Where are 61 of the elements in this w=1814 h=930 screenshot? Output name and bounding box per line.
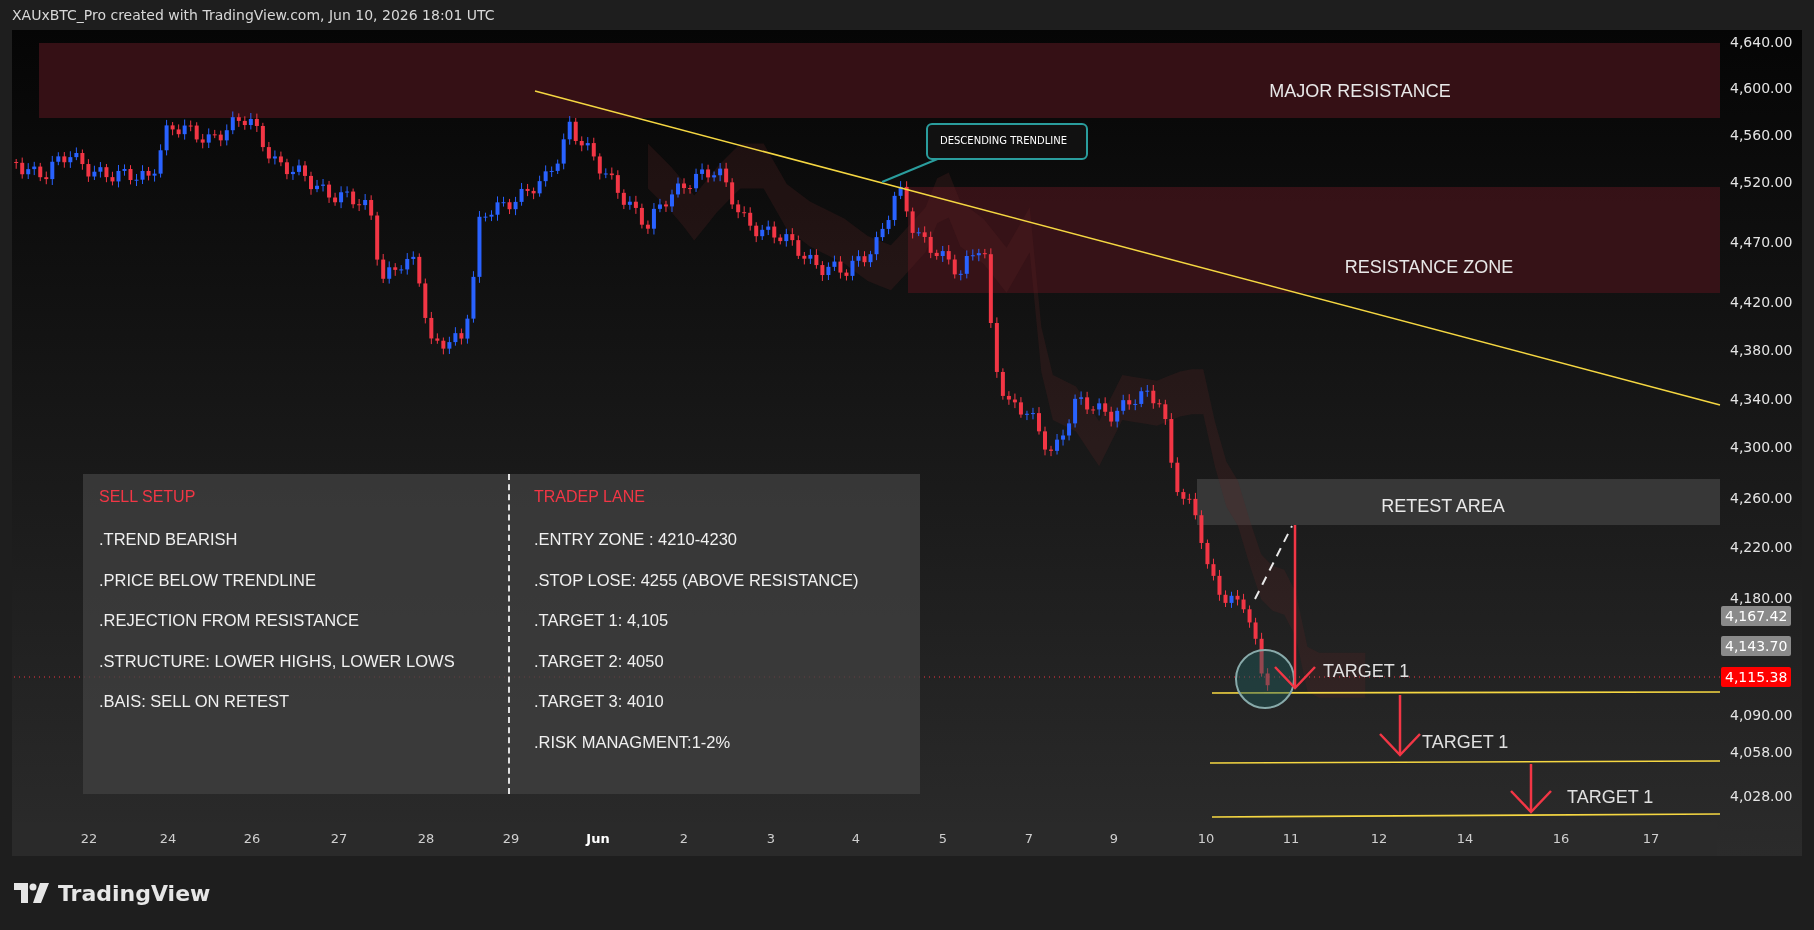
price-label: 4,260.00 — [1730, 490, 1793, 506]
date-label: 29 — [502, 830, 520, 846]
date-label: 2 — [679, 830, 689, 846]
date-label: 3 — [766, 830, 776, 846]
date-label: 22 — [80, 830, 98, 846]
date-label: 28 — [417, 830, 435, 846]
price-label: 4,600.00 — [1730, 80, 1793, 96]
plan-item: .TARGET 2: 4050 — [534, 651, 665, 672]
date-label: 24 — [159, 830, 177, 846]
date-label: 4 — [851, 830, 861, 846]
date-label: 10 — [1197, 830, 1215, 846]
setup-title: SELL SETUP — [99, 488, 197, 506]
plan-item: .RISK MANAGMENT:1-2% — [534, 732, 732, 753]
zone-label: RESISTANCE ZONE — [1344, 256, 1514, 278]
price-label: 4,058.00 — [1730, 744, 1793, 760]
setup-item: .BAIS: SELL ON RETEST — [99, 692, 291, 712]
price-tag: 4,167.42 — [1721, 606, 1791, 626]
setup-item: .REJECTION FROM RESISTANCE — [99, 611, 361, 631]
setup-item: .STRUCTURE: LOWER HIGHS, LOWER LOWS — [99, 651, 456, 672]
target-label: TARGET 1 — [1422, 731, 1509, 753]
price-tag: 4,115.38 — [1721, 667, 1791, 687]
date-label: 27 — [330, 830, 348, 846]
zone-label: MAJOR RESISTANCE — [1269, 80, 1451, 102]
price-label: 4,090.00 — [1730, 707, 1793, 723]
price-label: 4,520.00 — [1730, 174, 1793, 190]
price-label: 4,180.00 — [1730, 590, 1793, 606]
date-label: 16 — [1552, 830, 1570, 846]
price-label: 4,220.00 — [1730, 539, 1793, 555]
price-label: 4,420.00 — [1730, 294, 1793, 310]
chart-attribution: XAUxBTC_Pro created with TradingView.com, Jun 10, 2026 18:01 UTC — [12, 7, 495, 23]
highlight-circle — [1235, 649, 1295, 709]
date-label: 12 — [1370, 830, 1388, 846]
target-label: TARGET 1 — [1323, 660, 1410, 682]
logo-text: TradingView — [58, 880, 211, 906]
date-label: 7 — [1024, 830, 1034, 846]
trendline-callout: DESCENDING TRENDLINE — [926, 123, 1088, 160]
plan-item: .TARGET 1: 4,105 — [534, 611, 670, 631]
price-label: 4,380.00 — [1730, 342, 1793, 358]
date-label: 26 — [243, 830, 261, 846]
price-tag: 4,143.70 — [1721, 636, 1791, 656]
target-label: TARGET 1 — [1567, 786, 1654, 808]
price-label: 4,340.00 — [1730, 391, 1793, 407]
setup-item: .PRICE BELOW TRENDLINE — [99, 570, 317, 591]
date-label: Jun — [586, 830, 610, 846]
date-label: 14 — [1456, 830, 1474, 846]
price-label: 4,470.00 — [1730, 234, 1793, 250]
price-label: 4,640.00 — [1730, 34, 1793, 50]
date-label: 9 — [1109, 830, 1119, 846]
price-label: 4,560.00 — [1730, 127, 1793, 143]
setup-item: .TREND BEARISH — [99, 530, 239, 550]
plan-item: .TARGET 3: 4010 — [534, 692, 665, 712]
date-label: 5 — [938, 830, 948, 846]
logo-icon — [14, 883, 50, 903]
price-label: 4,028.00 — [1730, 788, 1793, 804]
date-label: 11 — [1282, 830, 1300, 846]
price-label: 4,300.00 — [1730, 439, 1793, 455]
plan-item: .STOP LOSE: 4255 (ABOVE RESISTANCE) — [534, 570, 860, 591]
date-label: 17 — [1642, 830, 1660, 846]
plan-title: TRADEP LANE — [534, 488, 646, 506]
plan-item: .ENTRY ZONE : 4210-4230 — [534, 530, 738, 550]
zone-label: RETEST AREA — [1381, 495, 1505, 517]
